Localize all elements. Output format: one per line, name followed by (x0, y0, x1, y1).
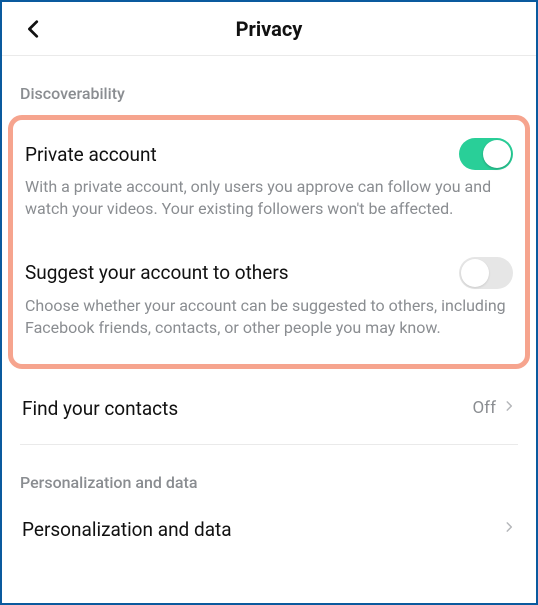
back-button[interactable] (20, 15, 48, 43)
row-private-account: Private account With a private account, … (23, 132, 515, 231)
back-icon (23, 18, 45, 40)
chevron-right-icon (502, 398, 516, 418)
private-account-title: Private account (25, 143, 157, 166)
page-title: Privacy (236, 17, 303, 41)
header: Privacy (2, 2, 536, 56)
section-label-personalization: Personalization and data (20, 473, 518, 492)
suggest-account-desc: Choose whether your account can be sugge… (25, 295, 513, 340)
row-find-contacts[interactable]: Find your contacts Off (20, 383, 518, 434)
content: Discoverability Private account With a p… (2, 84, 536, 555)
suggest-account-title: Suggest your account to others (25, 261, 289, 284)
section-label-discoverability: Discoverability (20, 84, 518, 103)
chevron-right-icon (502, 519, 516, 539)
find-contacts-value: Off (472, 398, 496, 418)
highlight-box: Private account With a private account, … (8, 115, 530, 369)
row-personalization-data[interactable]: Personalization and data (20, 504, 518, 555)
personalization-data-title: Personalization and data (22, 518, 232, 541)
private-account-desc: With a private account, only users you a… (25, 176, 513, 221)
suggest-account-toggle[interactable] (459, 257, 513, 289)
divider (20, 444, 518, 445)
find-contacts-title: Find your contacts (22, 397, 178, 420)
toggle-knob (483, 140, 511, 168)
row-suggest-account: Suggest your account to others Choose wh… (23, 251, 515, 350)
toggle-knob (461, 259, 489, 287)
private-account-toggle[interactable] (459, 138, 513, 170)
